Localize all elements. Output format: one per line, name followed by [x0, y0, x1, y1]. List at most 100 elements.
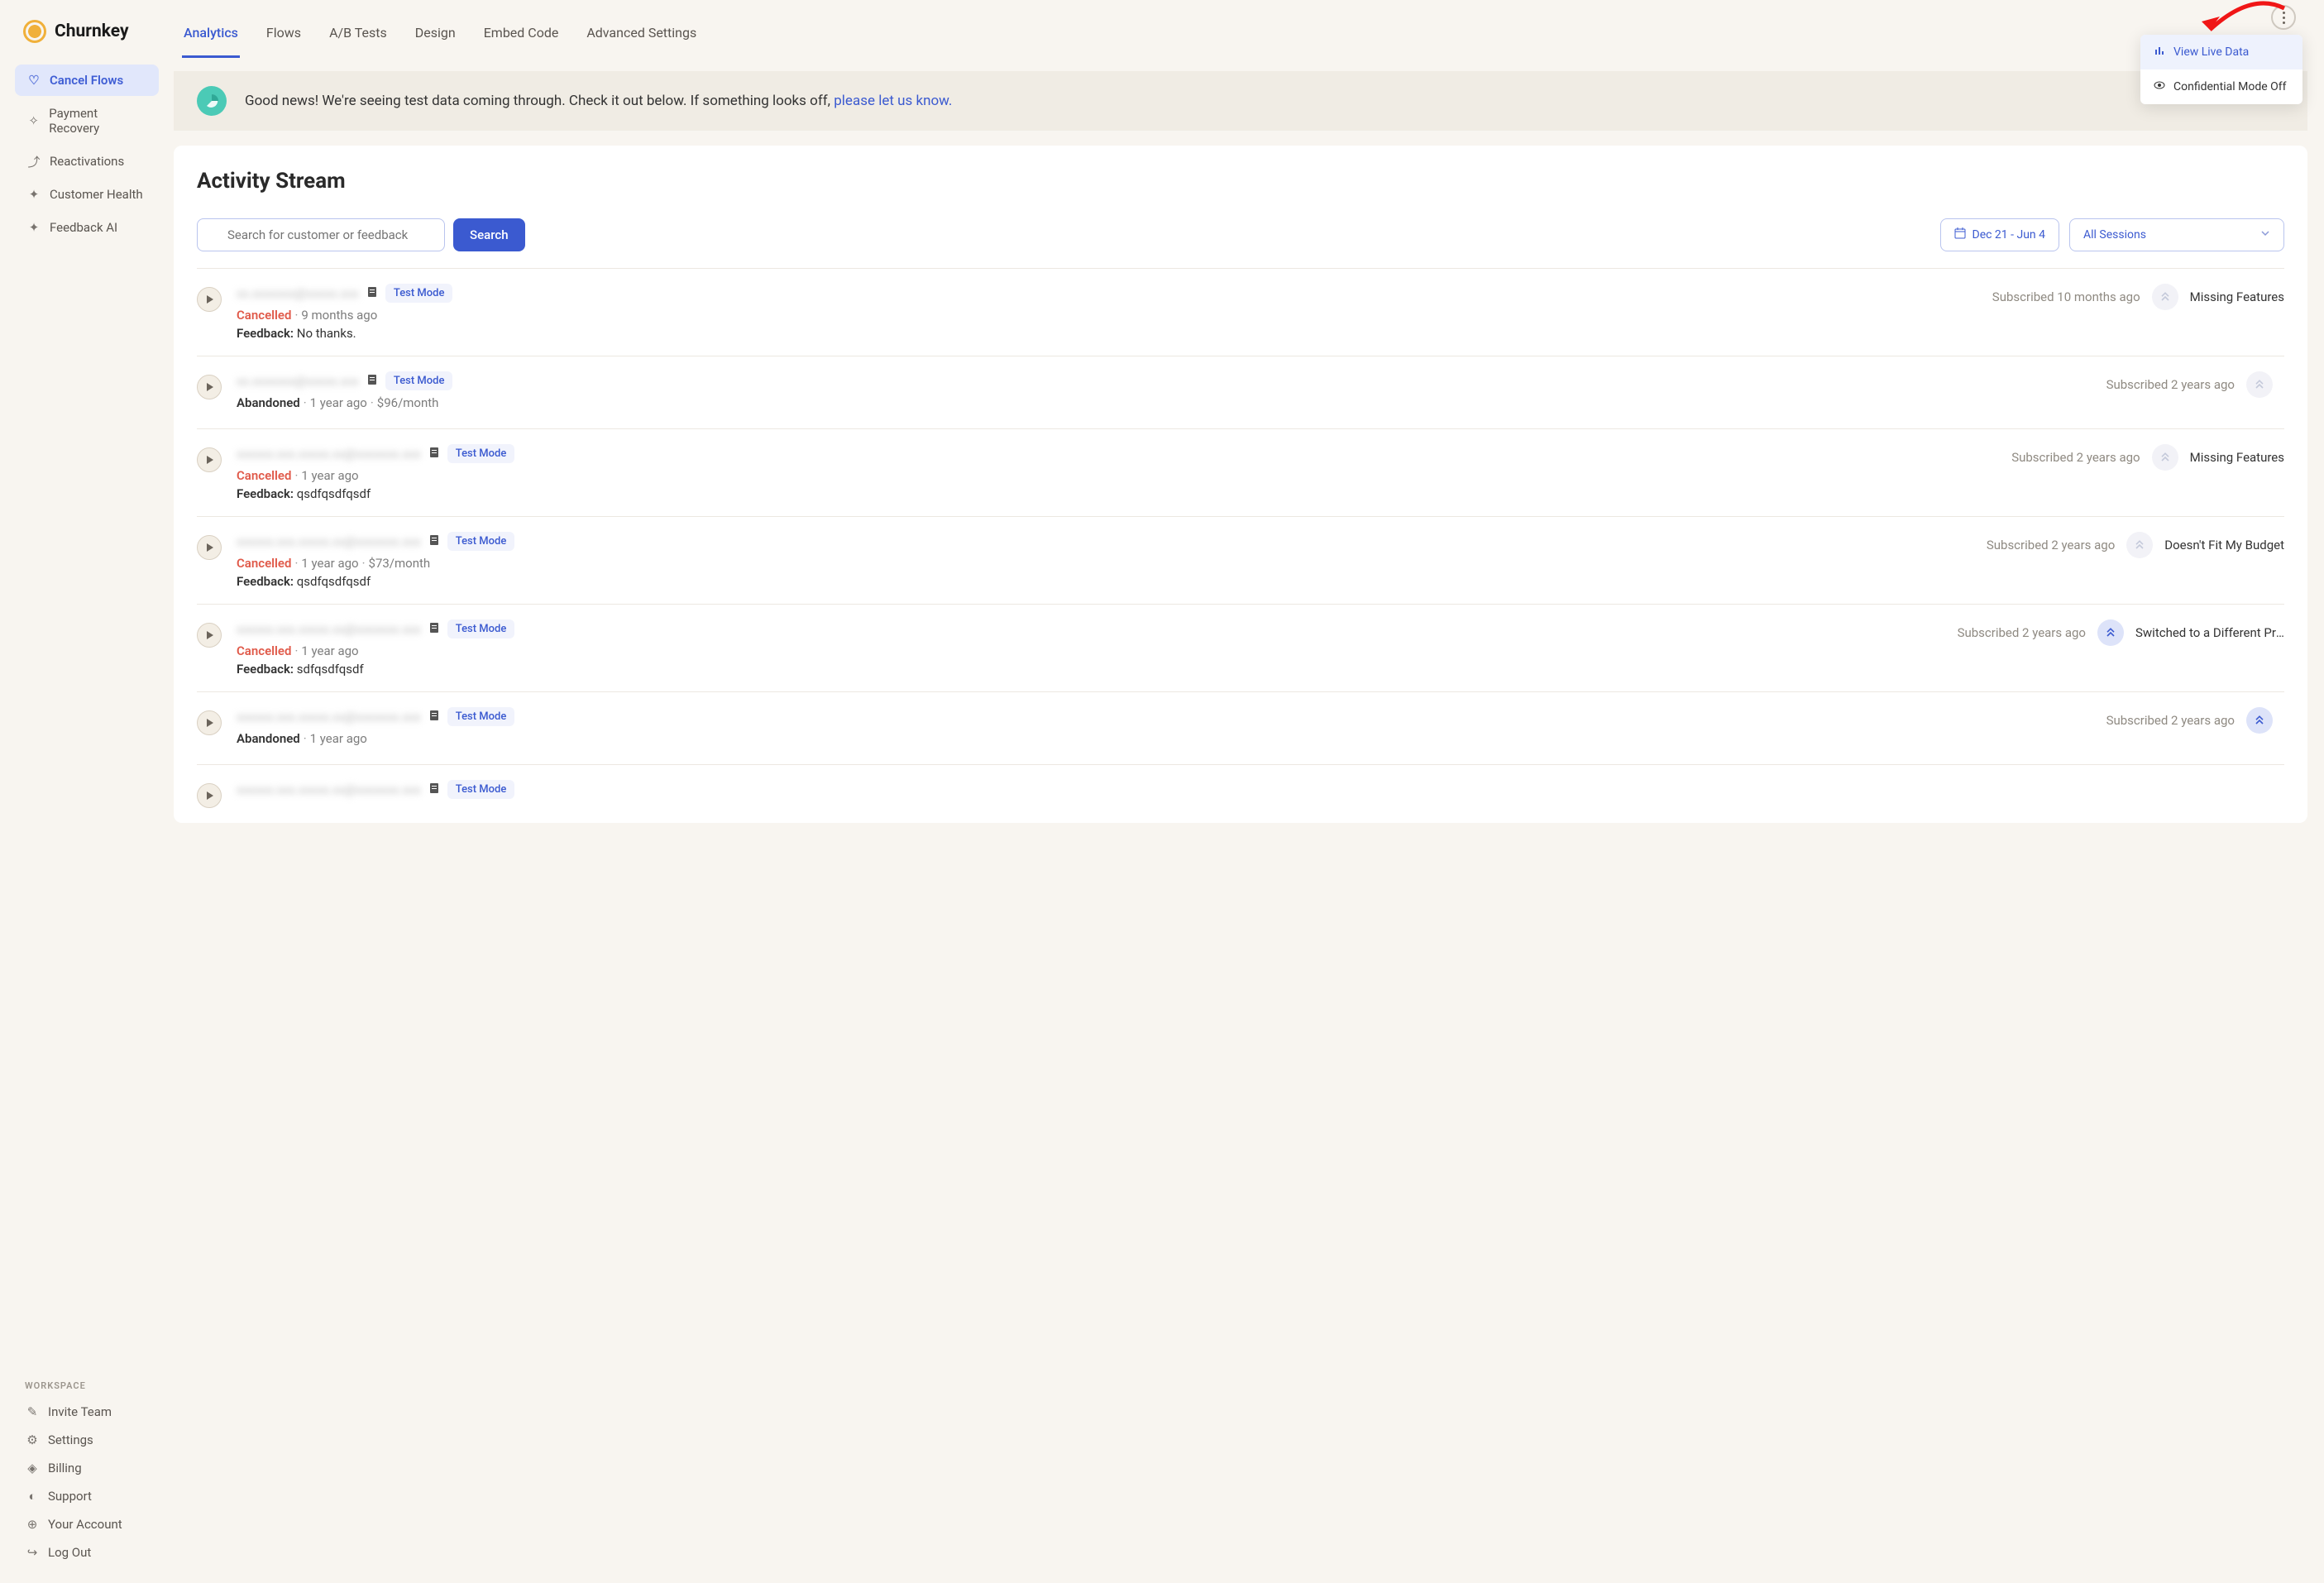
more-menu-button[interactable]	[2271, 5, 2296, 30]
test-mode-badge: Test Mode	[447, 532, 515, 551]
heart-icon: ♡	[26, 73, 41, 88]
search-input[interactable]	[197, 218, 445, 251]
diamond-icon: ◈	[25, 1461, 40, 1475]
activity-list: xx.xxxxxxx@xxxxx.xxx Test Mode Cancelled…	[174, 268, 2307, 823]
play-button[interactable]	[197, 623, 222, 648]
status-timing: 9 months ago	[301, 308, 377, 323]
clipboard-icon	[429, 621, 439, 637]
customer-email: xxxxxx.xxx.xxxxx.xx@xxxxxxx.xxx	[237, 782, 421, 797]
workspace-item-label: Settings	[48, 1432, 93, 1447]
brand[interactable]: Churnkey	[0, 20, 174, 65]
workspace-item-invite-team[interactable]: ✎ Invite Team	[15, 1398, 159, 1426]
workspace-item-settings[interactable]: ⚙ Settings	[15, 1426, 159, 1454]
support-icon: ◐	[25, 1489, 40, 1504]
test-mode-badge: Test Mode	[447, 707, 515, 726]
sidebar-item-payment-recovery[interactable]: ✧Payment Recovery	[15, 98, 159, 144]
subscribed-age: Subscribed 10 months ago	[1992, 289, 2140, 304]
status-label: Cancelled	[237, 468, 291, 483]
session-filter-dropdown[interactable]: All Sessions	[2069, 218, 2284, 251]
tab-embed-code[interactable]: Embed Code	[482, 15, 561, 58]
gear-icon: ⚙	[25, 1432, 40, 1447]
priority-chevron-icon	[2152, 284, 2178, 310]
feedback-label: Feedback:	[237, 486, 294, 501]
subscribed-age: Subscribed 2 years ago	[2106, 713, 2235, 728]
tab-design[interactable]: Design	[414, 15, 457, 58]
sidebar-item-reactivations[interactable]: ⤴Reactivations	[15, 146, 159, 177]
clipboard-icon	[367, 285, 377, 301]
workspace-item-log-out[interactable]: ↪Log Out	[15, 1538, 159, 1566]
bars-icon	[2154, 45, 2165, 60]
activity-row: xxxxxx.xxx.xxxxx.xx@xxxxxxx.xxx Test Mod…	[197, 604, 2284, 691]
tab-a-b-tests[interactable]: A/B Tests	[328, 15, 389, 58]
info-banner: Good news! We're seeing test data coming…	[174, 71, 2307, 131]
feedback-text: sdfqsdfqsdf	[297, 662, 364, 677]
stars-icon: ✦	[26, 220, 41, 235]
status-timing: 1 year ago	[301, 556, 358, 571]
brand-logo-icon	[23, 20, 46, 43]
customer-email: xxxxxx.xxx.xxxxx.xx@xxxxxxx.xxx	[237, 622, 421, 637]
activity-row: xx.xxxxxxx@xxxxx.xxx Test Mode Abandoned…	[197, 356, 2284, 428]
date-range-label: Dec 21 - Jun 4	[1973, 228, 2045, 242]
status-label: Cancelled	[237, 556, 291, 571]
upload-icon: ⤴	[26, 154, 41, 169]
sidebar-item-cancel-flows[interactable]: ♡ Cancel Flows	[15, 65, 159, 96]
invite-icon: ✎	[25, 1404, 40, 1419]
play-button[interactable]	[197, 710, 222, 735]
status-label: Abandoned	[237, 395, 300, 410]
workspace-item-label: Support	[48, 1489, 92, 1504]
play-button[interactable]	[197, 783, 222, 808]
more-menu-dropdown: View Live DataConfidential Mode Off	[2140, 35, 2302, 104]
tab-advanced-settings[interactable]: Advanced Settings	[585, 15, 698, 58]
feedback-label: Feedback:	[237, 574, 294, 589]
sidebar-item-feedback-ai[interactable]: ✦Feedback AI	[15, 212, 159, 243]
activity-row: xxxxxx.xxx.xxxxx.xx@xxxxxxx.xxx Test Mod…	[197, 764, 2284, 823]
banner-text: Good news! We're seeing test data coming…	[245, 93, 952, 109]
feedback-label: Feedback:	[237, 662, 294, 677]
logout-icon: ↪	[25, 1545, 40, 1560]
activity-stream-card: Activity Stream Search	[174, 146, 2307, 823]
play-button[interactable]	[197, 447, 222, 472]
test-mode-badge: Test Mode	[447, 444, 515, 463]
status-timing: 1 year ago	[301, 643, 358, 658]
play-button[interactable]	[197, 535, 222, 560]
cancel-reason: Switched to a Different Pro…	[2135, 625, 2284, 640]
feedback-text: No thanks.	[297, 326, 356, 341]
search-button[interactable]: Search	[453, 218, 525, 251]
test-mode-badge: Test Mode	[385, 284, 453, 303]
tab-analytics[interactable]: Analytics	[182, 15, 240, 58]
subscribed-age: Subscribed 2 years ago	[1987, 538, 2115, 552]
sidebar-item-label: Cancel Flows	[50, 73, 123, 88]
tab-flows[interactable]: Flows	[265, 15, 303, 58]
customer-email: xx.xxxxxxx@xxxxx.xxx	[237, 374, 359, 389]
clipboard-icon	[429, 782, 439, 797]
feedback-text: qsdfqsdfqsdf	[297, 574, 371, 589]
status-timing: 1 year ago	[301, 468, 358, 483]
dropdown-item-view-live-data[interactable]: View Live Data	[2140, 35, 2302, 69]
clipboard-icon	[429, 446, 439, 462]
workspace-item-label: Your Account	[48, 1517, 122, 1532]
play-button[interactable]	[197, 375, 222, 399]
status-price: $73/month	[369, 556, 431, 571]
sidebar-item-label: Payment Recovery	[49, 106, 147, 136]
sidebar-item-customer-health[interactable]: ✦Customer Health	[15, 179, 159, 210]
dropdown-item-confidential-mode-off[interactable]: Confidential Mode Off	[2140, 69, 2302, 104]
workspace-item-label: Invite Team	[48, 1404, 112, 1419]
feedback-label: Feedback:	[237, 326, 294, 341]
sidebar: Churnkey ♡Cancel Flows✧Payment Recovery⤴…	[0, 0, 174, 1583]
priority-chevron-icon	[2152, 444, 2178, 471]
activity-row: xx.xxxxxxx@xxxxx.xxx Test Mode Cancelled…	[197, 268, 2284, 356]
play-button[interactable]	[197, 287, 222, 312]
status-timing: 1 year ago	[310, 395, 367, 410]
workspace-item-your-account[interactable]: ⊕Your Account	[15, 1510, 159, 1538]
customer-email: xxxxxx.xxx.xxxxx.xx@xxxxxxx.xxx	[237, 534, 421, 549]
sidebar-item-label: Customer Health	[50, 187, 143, 202]
workspace-item-billing[interactable]: ◈Billing	[15, 1454, 159, 1482]
banner-link[interactable]: please let us know.	[834, 93, 952, 109]
clipboard-icon	[429, 533, 439, 549]
priority-chevron-icon	[2246, 371, 2273, 398]
subscribed-age: Subscribed 2 years ago	[2011, 450, 2140, 465]
workspace-item-support[interactable]: ◐ Support	[15, 1482, 159, 1510]
test-mode-badge: Test Mode	[447, 619, 515, 638]
date-range-picker[interactable]: Dec 21 - Jun 4	[1940, 218, 2059, 251]
eye-icon	[2154, 79, 2165, 94]
